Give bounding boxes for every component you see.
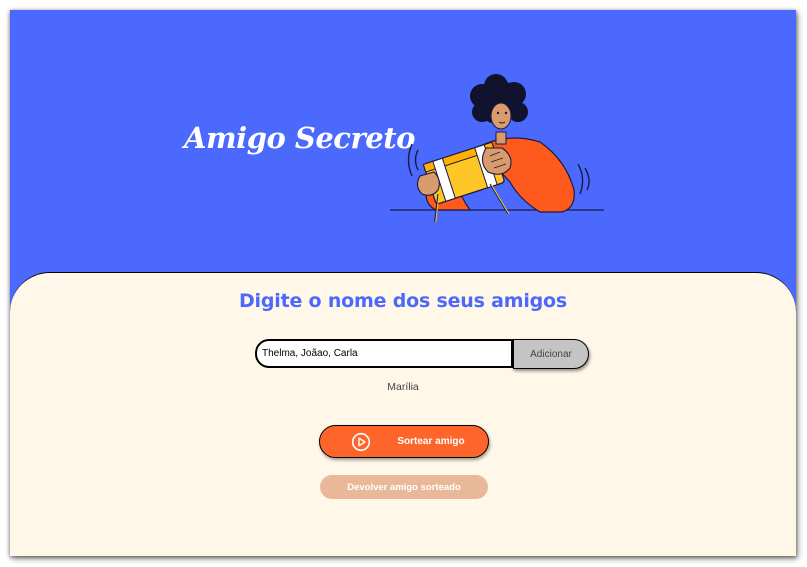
draw-friend-button[interactable]: Sortear amigo xyxy=(319,425,489,458)
return-drawn-friend-button[interactable]: Devolver amigo sorteado xyxy=(320,475,488,499)
hero-header: Amigo Secreto xyxy=(10,10,796,272)
add-button[interactable]: Adicionar xyxy=(513,339,589,369)
list-item: Marília xyxy=(387,381,419,393)
friend-list: Marília xyxy=(10,380,796,394)
draw-button-label: Sortear amigo xyxy=(397,436,465,447)
play-circle-icon xyxy=(351,432,371,452)
section-title: Digite o nome dos seus amigos xyxy=(238,290,568,312)
app-title: Amigo Secreto xyxy=(184,121,415,155)
friend-name-input[interactable] xyxy=(255,339,513,368)
app-window: Amigo Secreto Digite o nome dos seus ami… xyxy=(10,10,796,556)
person-with-gift-illustration xyxy=(390,74,604,222)
friend-form-panel: Digite o nome dos seus amigos Adicionar … xyxy=(10,272,796,556)
